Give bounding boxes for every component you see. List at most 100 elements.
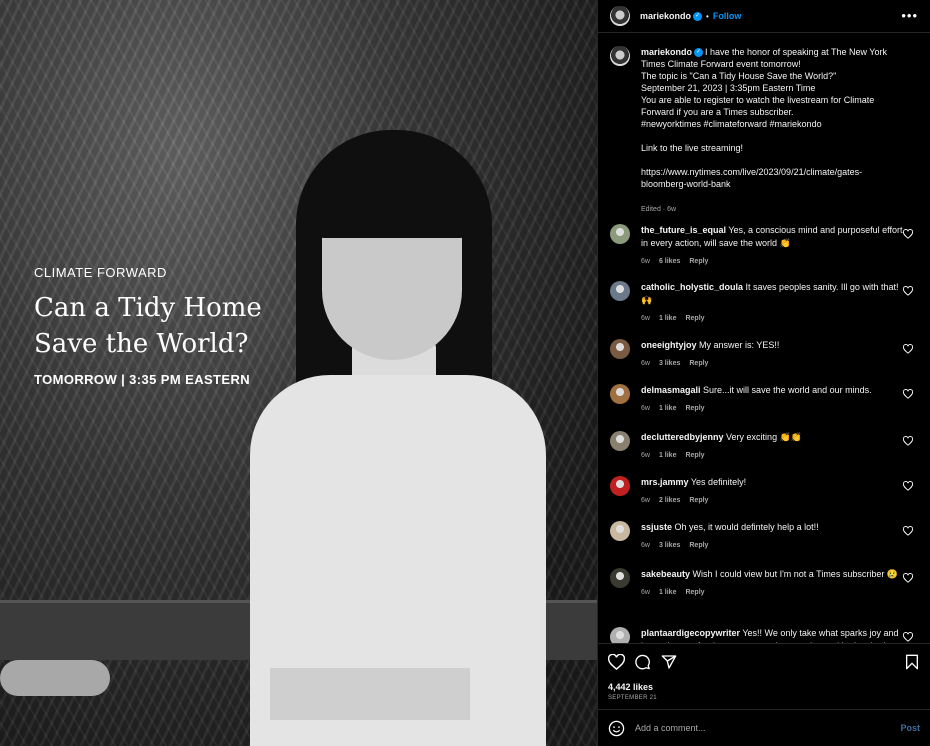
reply-button[interactable]: Reply: [685, 402, 704, 415]
comment-age: 6w: [641, 258, 650, 265]
comment-username[interactable]: ssjuste: [641, 522, 672, 532]
add-comment-bar: Post: [598, 710, 930, 746]
likes-count[interactable]: 4,442 likes: [608, 682, 653, 692]
comment-likes[interactable]: 1 like: [659, 449, 677, 462]
commenter-avatar[interactable]: [610, 521, 630, 541]
commenter-avatar[interactable]: [610, 627, 630, 643]
commenter-avatar[interactable]: [610, 568, 630, 588]
comment-text: Sure...it will save the world and our mi…: [703, 385, 872, 395]
post-image[interactable]: CLIMATE FORWARD Can a Tidy Home Save the…: [0, 0, 597, 746]
commenter-avatar[interactable]: [610, 224, 630, 244]
reply-button[interactable]: Reply: [689, 539, 708, 552]
comment-likes[interactable]: 2 likes: [659, 494, 680, 507]
comment-like-heart-icon[interactable]: [903, 573, 913, 583]
comment-item: declutteredbyjenny Very exciting 👏👏 6w 1 …: [598, 431, 923, 462]
reply-button[interactable]: Reply: [685, 586, 704, 599]
comment-username[interactable]: catholic_holystic_doula: [641, 282, 743, 292]
post-header: mariekondo ✓ • Follow •••: [598, 0, 930, 33]
comment-age: 6w: [641, 497, 650, 504]
belt: [270, 668, 470, 720]
avatar[interactable]: [610, 46, 630, 66]
reply-button[interactable]: Reply: [689, 357, 708, 370]
comment-item: sakebeauty Wish I could view but I'm not…: [598, 568, 923, 599]
more-options-icon[interactable]: •••: [901, 8, 918, 23]
comment-text: Oh yes, it would defintely help a lot!!: [674, 522, 819, 532]
avatar[interactable]: [610, 6, 630, 26]
comment-text: Wish I could view but I'm not a Times su…: [692, 569, 899, 579]
comment-item: the_future_is_equal Yes, a conscious min…: [598, 224, 923, 268]
comment-like-heart-icon[interactable]: [903, 229, 913, 239]
comment-item: plantaardigecopywriter Yes!! We only tak…: [598, 627, 923, 643]
event-title: Can a Tidy Home Save the World?: [34, 290, 262, 362]
comment-icon[interactable]: [634, 654, 651, 670]
comment-username[interactable]: sakebeauty: [641, 569, 690, 579]
comment-like-heart-icon[interactable]: [903, 286, 913, 296]
event-time: TOMORROW | 3:35 PM EASTERN: [34, 372, 251, 387]
commenter-avatar[interactable]: [610, 281, 630, 301]
comment-like-heart-icon[interactable]: [903, 344, 913, 354]
event-kicker: CLIMATE FORWARD: [34, 265, 167, 280]
comment-age: 6w: [641, 405, 650, 412]
comment-like-heart-icon[interactable]: [903, 632, 913, 642]
post-date: SEPTEMBER 21: [608, 695, 657, 701]
comment-username[interactable]: delmasmagali: [641, 385, 701, 395]
comment-age: 6w: [641, 452, 650, 459]
reply-button[interactable]: Reply: [689, 494, 708, 507]
reply-button[interactable]: Reply: [685, 449, 704, 462]
commenter-avatar[interactable]: [610, 431, 630, 451]
caption-username[interactable]: mariekondo: [641, 47, 692, 57]
comment-username[interactable]: plantaardigecopywriter: [641, 628, 740, 638]
emoji-icon[interactable]: [608, 720, 625, 737]
comment-username[interactable]: the_future_is_equal: [641, 225, 726, 235]
hand: [0, 660, 110, 696]
comment-item: ssjuste Oh yes, it would defintely help …: [598, 521, 923, 552]
comment-likes[interactable]: 3 likes: [659, 539, 680, 552]
comment-item: mrs.jammy Yes definitely! 6w 2 likes Reply: [598, 476, 923, 507]
commenter-avatar[interactable]: [610, 339, 630, 359]
header-username[interactable]: mariekondo: [640, 11, 691, 21]
comments-list[interactable]: the_future_is_equal Yes, a conscious min…: [598, 222, 930, 643]
comment-like-heart-icon[interactable]: [903, 526, 913, 536]
caption: mariekondo ✓ I have the honor of speaking …: [610, 46, 920, 240]
comment-username[interactable]: mrs.jammy: [641, 477, 689, 487]
comment-likes[interactable]: 6 likes: [659, 255, 680, 268]
comment-text: Yes definitely!: [690, 477, 747, 487]
comment-item: oneeightyjoy My answer is: YES!! 6w 3 lik…: [598, 339, 923, 370]
comment-age: 6w: [641, 360, 650, 367]
comment-username[interactable]: declutteredbyjenny: [641, 432, 724, 442]
reply-button[interactable]: Reply: [685, 312, 704, 325]
comment-likes[interactable]: 3 likes: [659, 357, 680, 370]
save-bookmark-icon[interactable]: [905, 654, 919, 670]
action-bar: 4,442 likes SEPTEMBER 21: [598, 643, 930, 710]
comment-like-heart-icon[interactable]: [903, 436, 913, 446]
comment-like-heart-icon[interactable]: [903, 481, 913, 491]
post-side-panel: mariekondo ✓ • Follow ••• mariekondo ✓ I h…: [597, 0, 930, 746]
follow-button[interactable]: Follow: [713, 11, 742, 21]
comment-text: My answer is: YES!!: [699, 340, 780, 350]
caption-text: I have the honor of speaking at The New …: [641, 47, 887, 189]
commenter-avatar[interactable]: [610, 384, 630, 404]
comment-item: delmasmagali Sure...it will save the wor…: [598, 384, 923, 415]
commenter-avatar[interactable]: [610, 476, 630, 496]
like-heart-icon[interactable]: [608, 654, 625, 670]
comment-text: Very exciting 👏👏: [726, 432, 802, 442]
comment-item: catholic_holystic_doula It saves peoples…: [598, 281, 923, 325]
separator: •: [706, 11, 709, 21]
comment-input[interactable]: [635, 723, 901, 733]
comment-username[interactable]: oneeightyjoy: [641, 340, 697, 350]
comment-likes[interactable]: 1 like: [659, 402, 677, 415]
comment-age: 6w: [641, 589, 650, 596]
post-button[interactable]: Post: [900, 723, 920, 733]
comment-likes[interactable]: 1 like: [659, 312, 677, 325]
share-icon[interactable]: [661, 654, 677, 670]
edited-timestamp: Edited · 6w: [641, 206, 677, 213]
reply-button[interactable]: Reply: [689, 255, 708, 268]
verified-badge-icon: ✓: [694, 48, 704, 58]
comment-likes[interactable]: 1 like: [659, 586, 677, 599]
comment-age: 6w: [641, 542, 650, 549]
event-title-line1: Can a Tidy Home: [34, 293, 262, 323]
event-title-line2: Save the World?: [34, 329, 249, 359]
comment-age: 6w: [641, 315, 650, 322]
verified-badge-icon: ✓: [693, 11, 703, 21]
comment-like-heart-icon[interactable]: [903, 389, 913, 399]
